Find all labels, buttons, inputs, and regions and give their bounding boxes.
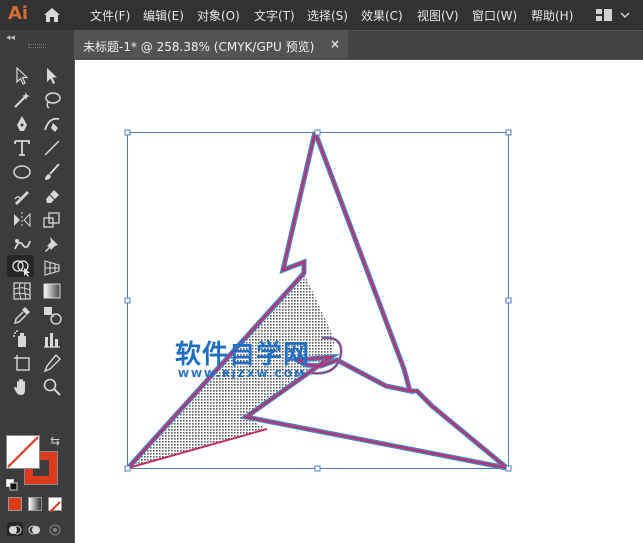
puppet-warp-tool-icon[interactable] <box>11 233 33 255</box>
workspace-switcher-icon[interactable] <box>594 7 636 23</box>
document-tab-label: 未标题-1* @ 258.38% (CMYK/GPU 预览) <box>83 40 315 54</box>
slice-tool-icon[interactable] <box>41 352 63 374</box>
menu-type[interactable]: 文字(T) <box>254 7 295 24</box>
artwork <box>124 129 512 472</box>
illustrator-window: Ai 文件(F) 编辑(E) 对象(O) 文字(T) 选择(S) 效果(C) 视… <box>0 0 643 543</box>
shape-builder-tool-icon[interactable] <box>10 256 32 278</box>
color-mode-button[interactable] <box>8 497 22 511</box>
type-tool-icon[interactable] <box>11 137 33 159</box>
document-tab[interactable]: 未标题-1* @ 258.38% (CMYK/GPU 预览) × <box>75 31 348 59</box>
symbol-sprayer-tool-icon[interactable] <box>11 328 33 350</box>
close-tab-icon[interactable]: × <box>330 37 340 51</box>
menu-select[interactable]: 选择(S) <box>307 7 348 24</box>
ellipse-tool-icon[interactable] <box>11 161 33 183</box>
magic-wand-tool-icon[interactable] <box>11 89 33 111</box>
eyedropper-tool-icon[interactable] <box>11 304 33 326</box>
collapse-panel-icon[interactable]: ◂◂ <box>6 33 15 43</box>
lasso-tool-icon[interactable] <box>41 89 63 111</box>
fill-color-swatch[interactable] <box>6 435 40 469</box>
watermark: 软件自学网 WWW.RJZXW.COM <box>175 334 335 384</box>
curvature-tool-icon[interactable] <box>41 113 63 135</box>
default-fill-stroke-icon[interactable] <box>6 476 18 491</box>
shaper-tool-icon[interactable] <box>11 185 33 207</box>
menu-effect[interactable]: 效果(C) <box>361 7 403 24</box>
home-icon[interactable] <box>41 5 63 25</box>
perspective-grid-tool-icon[interactable] <box>41 256 63 278</box>
blend-tool-icon[interactable] <box>41 304 63 326</box>
none-mode-button[interactable] <box>48 497 62 513</box>
tools-panel: ◂◂ ⇆ <box>0 30 74 543</box>
mesh-tool-icon[interactable] <box>11 280 33 302</box>
none-color-slash-icon <box>7 436 39 468</box>
gradient-tool-icon[interactable] <box>41 280 63 302</box>
draw-behind-icon[interactable] <box>27 522 43 536</box>
eraser-tool-icon[interactable] <box>41 185 63 207</box>
menu-bar: Ai 文件(F) 编辑(E) 对象(O) 文字(T) 选择(S) 效果(C) 视… <box>0 0 643 30</box>
app-logo: Ai <box>8 3 29 24</box>
menu-file[interactable]: 文件(F) <box>90 7 130 24</box>
pin-tool-icon[interactable] <box>41 233 63 255</box>
gradient-mode-button[interactable] <box>28 497 42 511</box>
line-segment-tool-icon[interactable] <box>41 137 63 159</box>
hand-tool-icon[interactable] <box>11 376 33 398</box>
menu-object[interactable]: 对象(O) <box>197 7 240 24</box>
artboard-tool-icon[interactable] <box>11 352 33 374</box>
menu-window[interactable]: 窗口(W) <box>472 7 517 24</box>
menu-help[interactable]: 帮助(H) <box>531 7 573 24</box>
paintbrush-tool-icon[interactable] <box>41 161 63 183</box>
scale-tool-icon[interactable] <box>41 209 63 231</box>
pen-tool-icon[interactable] <box>11 113 33 135</box>
reflect-tool-icon[interactable] <box>11 209 33 231</box>
watermark-url: WWW.RJZXW.COM <box>178 369 307 380</box>
draw-inside-icon[interactable] <box>47 522 63 536</box>
selection-tool-icon[interactable] <box>11 65 33 87</box>
watermark-title: 软件自学网 <box>175 340 311 370</box>
column-graph-tool-icon[interactable] <box>41 328 63 350</box>
zoom-tool-icon[interactable] <box>41 376 63 398</box>
menu-view[interactable]: 视图(V) <box>417 7 459 24</box>
panel-grip[interactable] <box>28 44 46 48</box>
direct-selection-tool-icon[interactable] <box>41 65 63 87</box>
menu-edit[interactable]: 编辑(E) <box>143 7 184 24</box>
draw-normal-icon[interactable] <box>7 522 23 536</box>
none-slash-icon <box>49 501 61 513</box>
tab-bar-background <box>348 31 643 59</box>
swap-fill-stroke-icon[interactable]: ⇆ <box>50 434 60 448</box>
artboard-canvas[interactable]: 软件自学网 WWW.RJZXW.COM <box>75 60 643 543</box>
